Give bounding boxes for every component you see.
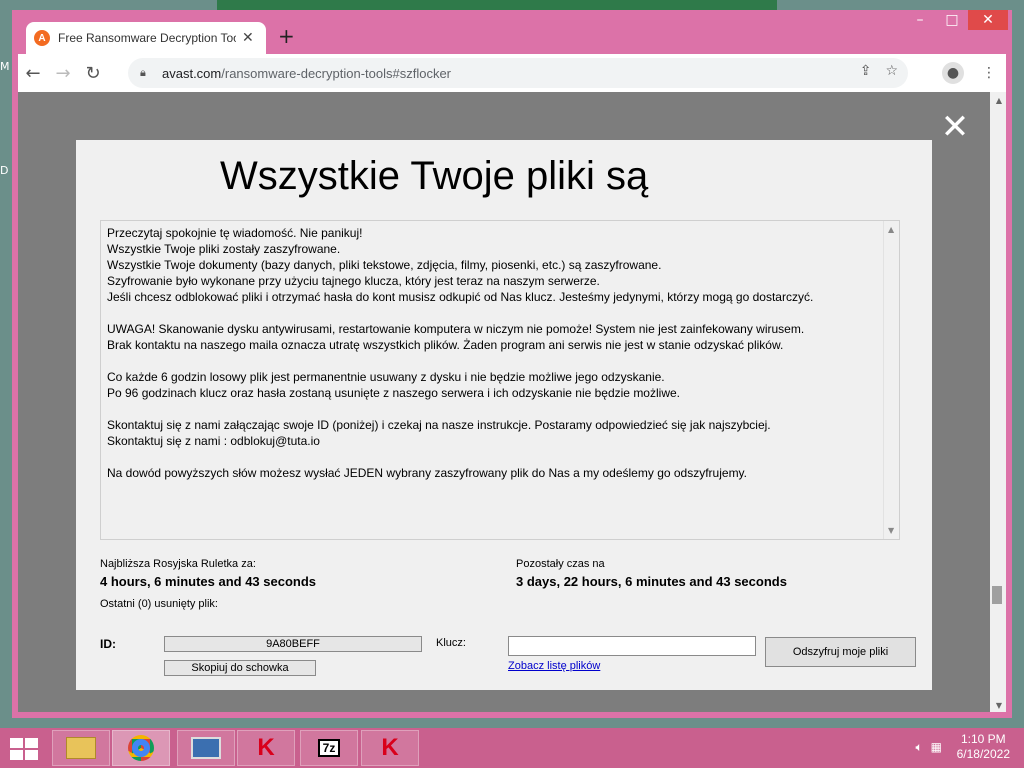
message-line: Wszystkie Twoje dokumenty (bazy danych, … [107,258,662,272]
scroll-down-arrow-icon[interactable]: ▼ [996,701,1002,710]
message-line: Co każde 6 godzin losowy plik jest perma… [107,370,665,384]
browser-tab[interactable]: A Free Ransomware Decryption Tools ✕ [26,22,266,54]
roulette-timer: 4 hours, 6 minutes and 43 seconds [100,574,317,589]
scroll-up-arrow-icon[interactable]: ▲ [888,225,894,234]
avast-logo-icon: A [34,30,50,46]
remaining-timer: 3 days, 22 hours, 6 minutes and 43 secon… [516,574,787,589]
address-bar[interactable]: 🔒︎ avast.com/ransomware-decryption-tools… [128,58,908,88]
message-line: Brak kontaktu na naszego maila oznacza u… [107,338,784,352]
background-window-titlebar [217,0,777,10]
page-viewport: ✕ Wszystkie Twoje pliki są Przeczytaj sp… [18,92,1006,712]
desktop-icon-fragment: D [0,164,9,177]
kaspersky-icon[interactable]: K [361,730,419,766]
computer-icon[interactable] [177,730,235,766]
scroll-down-arrow-icon[interactable]: ▼ [888,526,894,535]
copy-to-clipboard-button[interactable]: Skopiuj do schowka [164,660,316,676]
7zip-icon[interactable]: 7z [300,730,358,766]
view-files-link[interactable]: Zobacz listę plików [508,660,600,672]
close-window-button[interactable]: ✕ [968,10,1008,30]
message-text: Przeczytaj spokojnie tę wiadomość. Nie p… [107,225,877,481]
share-icon[interactable]: ⇪ [860,63,872,79]
profile-avatar[interactable]: ● [942,62,964,84]
message-line: Jeśli chcesz odblokować pliki i otrzymać… [107,290,814,304]
key-label: Klucz: [436,637,466,649]
person-icon: ● [946,65,960,81]
network-icon[interactable]: ▦ [931,740,942,755]
scrollbar-thumb[interactable] [992,586,1002,604]
overlay-close-icon[interactable]: ✕ [940,110,970,144]
message-line: Szyfrowanie było wykonane przy użyciu ta… [107,274,600,288]
menu-kebab-icon[interactable]: ⋮ [982,65,996,81]
message-line: Skontaktuj się z nami : odblokuj@tuta.io [107,434,320,448]
chrome-icon[interactable] [112,730,170,766]
tab-title: Free Ransomware Decryption Tools [58,31,236,45]
url-host: avast.com [162,65,222,81]
system-tray: 🔈︎ ▦ [915,740,942,755]
remaining-time-label: Pozostały czas na [516,558,605,570]
message-textbox[interactable]: Przeczytaj spokojnie tę wiadomość. Nie p… [100,220,900,540]
deleted-files-label: Ostatni (0) usunięty plik: [100,598,218,610]
browser-window: – □ ✕ A Free Ransomware Decryption Tools… [12,10,1012,718]
message-line: Przeczytaj spokojnie tę wiadomość. Nie p… [107,226,363,240]
ransom-note-dialog: Wszystkie Twoje pliki są Przeczytaj spok… [76,140,932,690]
minimize-button[interactable]: – [904,10,936,30]
taskbar: K 7z K 🔈︎ ▦ 1:10 PM 6/18/2022 [0,728,1024,768]
url-path: /ransomware-decryption-tools#szflocker [221,65,452,81]
file-explorer-icon[interactable] [52,730,110,766]
scroll-up-arrow-icon[interactable]: ▲ [996,96,1002,105]
window-controls: – □ ✕ [904,10,1008,32]
message-line: UWAGA! Skanowanie dysku antywirusami, re… [107,322,805,336]
decrypt-files-button[interactable]: Odszyfruj moje pliki [765,637,916,667]
ransom-headline: Wszystkie Twoje pliki są [220,154,649,198]
page-scrollbar[interactable]: ▲ ▼ [990,92,1006,712]
clock[interactable]: 1:10 PM 6/18/2022 [957,732,1010,762]
kaspersky-icon[interactable]: K [237,730,295,766]
victim-id-field[interactable]: 9A80BEFF [164,636,422,652]
windows-start-icon[interactable] [10,738,38,760]
key-input[interactable] [508,636,756,656]
message-line: Skontaktuj się z nami załączając swoje I… [107,418,771,432]
lock-icon: 🔒︎ [140,66,146,79]
clock-time: 1:10 PM [960,732,1006,746]
message-line [107,353,877,369]
maximize-button[interactable]: □ [936,10,968,30]
message-line: Po 96 godzinach klucz oraz hasła zostaną… [107,386,680,400]
desktop-icon-fragment: M [0,60,10,73]
browser-toolbar: ← → ↻ 🔒︎ avast.com/ransomware-decryption… [18,54,1006,92]
message-line [107,401,877,417]
speaker-muted-icon[interactable]: 🔈︎ [915,740,922,755]
id-label: ID: [100,637,116,651]
back-button[interactable]: ← [18,58,48,88]
close-tab-icon[interactable]: ✕ [242,30,254,46]
forward-button[interactable]: → [48,58,78,88]
clock-date: 6/18/2022 [956,747,1010,761]
bookmark-star-icon[interactable]: ☆ [885,63,898,79]
message-line: Na dowód powyższych słów możesz wysłać J… [107,466,748,480]
message-line: Wszystkie Twoje pliki zostały zaszyfrowa… [107,242,341,256]
roulette-label: Najbliższa Rosyjska Ruletka za: [100,558,256,570]
message-line [107,449,877,465]
message-line [107,305,877,321]
new-tab-button[interactable]: + [278,24,295,48]
reload-button[interactable]: ↻ [78,58,108,88]
message-scrollbar[interactable]: ▲ ▼ [883,221,899,539]
